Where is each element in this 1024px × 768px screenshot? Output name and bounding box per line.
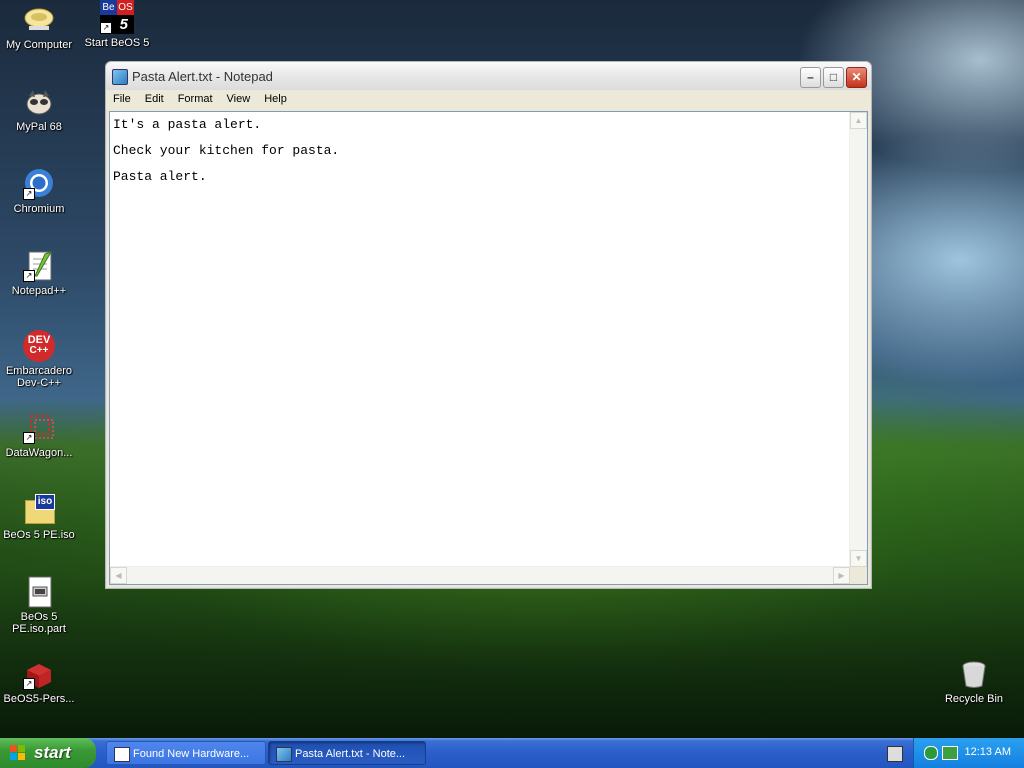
beos-shortcut-icon: Be OS 5 ↗ bbox=[100, 0, 134, 34]
menu-edit[interactable]: Edit bbox=[138, 90, 171, 105]
system-tray: 12:13 AM bbox=[913, 738, 1024, 768]
desktop-icon-label: Chromium bbox=[13, 203, 65, 215]
taskbar-item-found-new-hardware[interactable]: Found New Hardware... bbox=[106, 741, 266, 765]
taskbar-item-notepad[interactable]: Pasta Alert.txt - Note... bbox=[268, 741, 426, 765]
minimize-icon: – bbox=[807, 70, 814, 84]
devcpp-icon: DEV C++ bbox=[23, 330, 55, 362]
text-line: Pasta alert. bbox=[113, 169, 207, 184]
desktop-icon-chromium[interactable]: ↗ Chromium bbox=[0, 168, 79, 215]
desktop-icon-notepadpp[interactable]: ↗ Notepad++ bbox=[0, 250, 79, 297]
part-file-icon bbox=[23, 576, 55, 608]
notepad-window[interactable]: Pasta Alert.txt - Notepad – □ ✕ File Edit… bbox=[105, 61, 872, 589]
menu-view[interactable]: View bbox=[220, 90, 258, 105]
notepad-icon bbox=[112, 69, 128, 85]
taskbar-item-label: Pasta Alert.txt - Note... bbox=[295, 748, 406, 760]
mypal-icon bbox=[23, 86, 55, 118]
window-icon bbox=[114, 747, 130, 762]
desktop-icon-label: MyPal 68 bbox=[16, 121, 62, 133]
scroll-left-button[interactable]: ◀ bbox=[110, 567, 127, 584]
desktop-icon-label: BeOs 5 PE.iso bbox=[3, 529, 75, 541]
desktop-icon-beos-iso[interactable]: iso BeOs 5 PE.iso bbox=[0, 494, 79, 541]
desktop-icon-beos-part[interactable]: BeOs 5 PE.iso.part bbox=[0, 576, 79, 635]
taskbar: start Found New Hardware... Pasta Alert.… bbox=[0, 738, 1024, 768]
close-button[interactable]: ✕ bbox=[846, 67, 867, 88]
text-line: It's a pasta alert. bbox=[113, 117, 262, 132]
network-icon[interactable] bbox=[942, 746, 958, 760]
text-line: Check your kitchen for pasta. bbox=[113, 143, 340, 158]
desktop-icon-label: Notepad++ bbox=[11, 285, 67, 297]
iso-badge: iso bbox=[35, 494, 55, 510]
beos-logo-os: OS bbox=[117, 0, 134, 15]
maximize-icon: □ bbox=[829, 70, 838, 84]
window-titlebar[interactable]: Pasta Alert.txt - Notepad – □ ✕ bbox=[106, 62, 871, 90]
horizontal-scrollbar[interactable]: ◀ ▶ bbox=[110, 566, 850, 584]
close-icon: ✕ bbox=[851, 70, 862, 84]
shortcut-arrow-icon: ↗ bbox=[23, 678, 35, 690]
desktop-icon-label: Start BeOS 5 bbox=[84, 37, 150, 49]
desktop-icon-my-computer[interactable]: My Computer bbox=[0, 4, 79, 51]
window-title: Pasta Alert.txt - Notepad bbox=[132, 69, 273, 84]
notepad-icon bbox=[276, 747, 292, 762]
desktop-icon-label: Embarcadero Dev-C++ bbox=[5, 365, 73, 389]
desktop-icon-mypal[interactable]: MyPal 68 bbox=[0, 86, 79, 133]
my-computer-icon bbox=[23, 4, 55, 36]
menu-file[interactable]: File bbox=[106, 90, 138, 105]
beos-logo-be: Be bbox=[100, 0, 117, 15]
start-label: start bbox=[34, 743, 71, 762]
menu-format[interactable]: Format bbox=[171, 90, 220, 105]
desktop-icon-label: DataWagon... bbox=[5, 447, 73, 459]
devcpp-logo-cpp: C++ bbox=[29, 345, 49, 356]
vertical-scrollbar[interactable]: ▲ ▼ bbox=[849, 112, 867, 567]
scroll-down-button[interactable]: ▼ bbox=[850, 550, 867, 567]
desktop-icon-devcpp[interactable]: DEV C++ Embarcadero Dev-C++ bbox=[0, 330, 79, 389]
minimize-button[interactable]: – bbox=[800, 67, 821, 88]
menu-help[interactable]: Help bbox=[257, 90, 294, 105]
keyboard-icon[interactable] bbox=[887, 746, 903, 762]
chromium-icon: ↗ bbox=[23, 168, 55, 200]
taskbar-item-label: Found New Hardware... bbox=[133, 748, 250, 760]
desktop-icon-datawagon[interactable]: ↗ DataWagon... bbox=[0, 412, 79, 459]
resize-grip[interactable] bbox=[850, 567, 867, 584]
shortcut-arrow-icon: ↗ bbox=[100, 22, 112, 34]
maximize-button[interactable]: □ bbox=[823, 67, 844, 88]
windows-flag-icon bbox=[10, 745, 26, 761]
shortcut-arrow-icon: ↗ bbox=[23, 270, 35, 282]
desktop-icon-label: BeOS5-Pers... bbox=[3, 693, 75, 705]
datawagon-icon: ↗ bbox=[23, 412, 55, 444]
desktop-icon-label: BeOs 5 PE.iso.part bbox=[12, 611, 66, 635]
security-shield-icon[interactable] bbox=[924, 746, 938, 760]
desktop-icon-label: Recycle Bin bbox=[944, 693, 1004, 705]
desktop-icon-beos-personal[interactable]: ↗ BeOS5-Pers... bbox=[0, 658, 79, 705]
start-button[interactable]: start bbox=[0, 738, 96, 768]
scroll-up-button[interactable]: ▲ bbox=[850, 112, 867, 129]
iso-file-icon: iso bbox=[23, 494, 55, 526]
desktop-icon-label: My Computer bbox=[5, 39, 73, 51]
clock[interactable]: 12:13 AM bbox=[965, 746, 1011, 758]
notepadpp-icon: ↗ bbox=[23, 250, 55, 282]
text-editor-area[interactable]: It's a pasta alert. Check your kitchen fo… bbox=[109, 111, 868, 585]
desktop-icon-start-beos[interactable]: Be OS 5 ↗ Start BeOS 5 bbox=[77, 0, 157, 49]
shortcut-arrow-icon: ↗ bbox=[23, 188, 35, 200]
menu-bar: File Edit Format View Help bbox=[106, 90, 871, 109]
beos-package-icon: ↗ bbox=[23, 658, 55, 690]
recycle-bin-icon bbox=[958, 658, 990, 690]
editor-text[interactable]: It's a pasta alert. Check your kitchen fo… bbox=[113, 112, 339, 190]
scroll-right-button[interactable]: ▶ bbox=[833, 567, 850, 584]
desktop-icon-recycle-bin[interactable]: Recycle Bin bbox=[934, 658, 1014, 705]
shortcut-arrow-icon: ↗ bbox=[23, 432, 35, 444]
